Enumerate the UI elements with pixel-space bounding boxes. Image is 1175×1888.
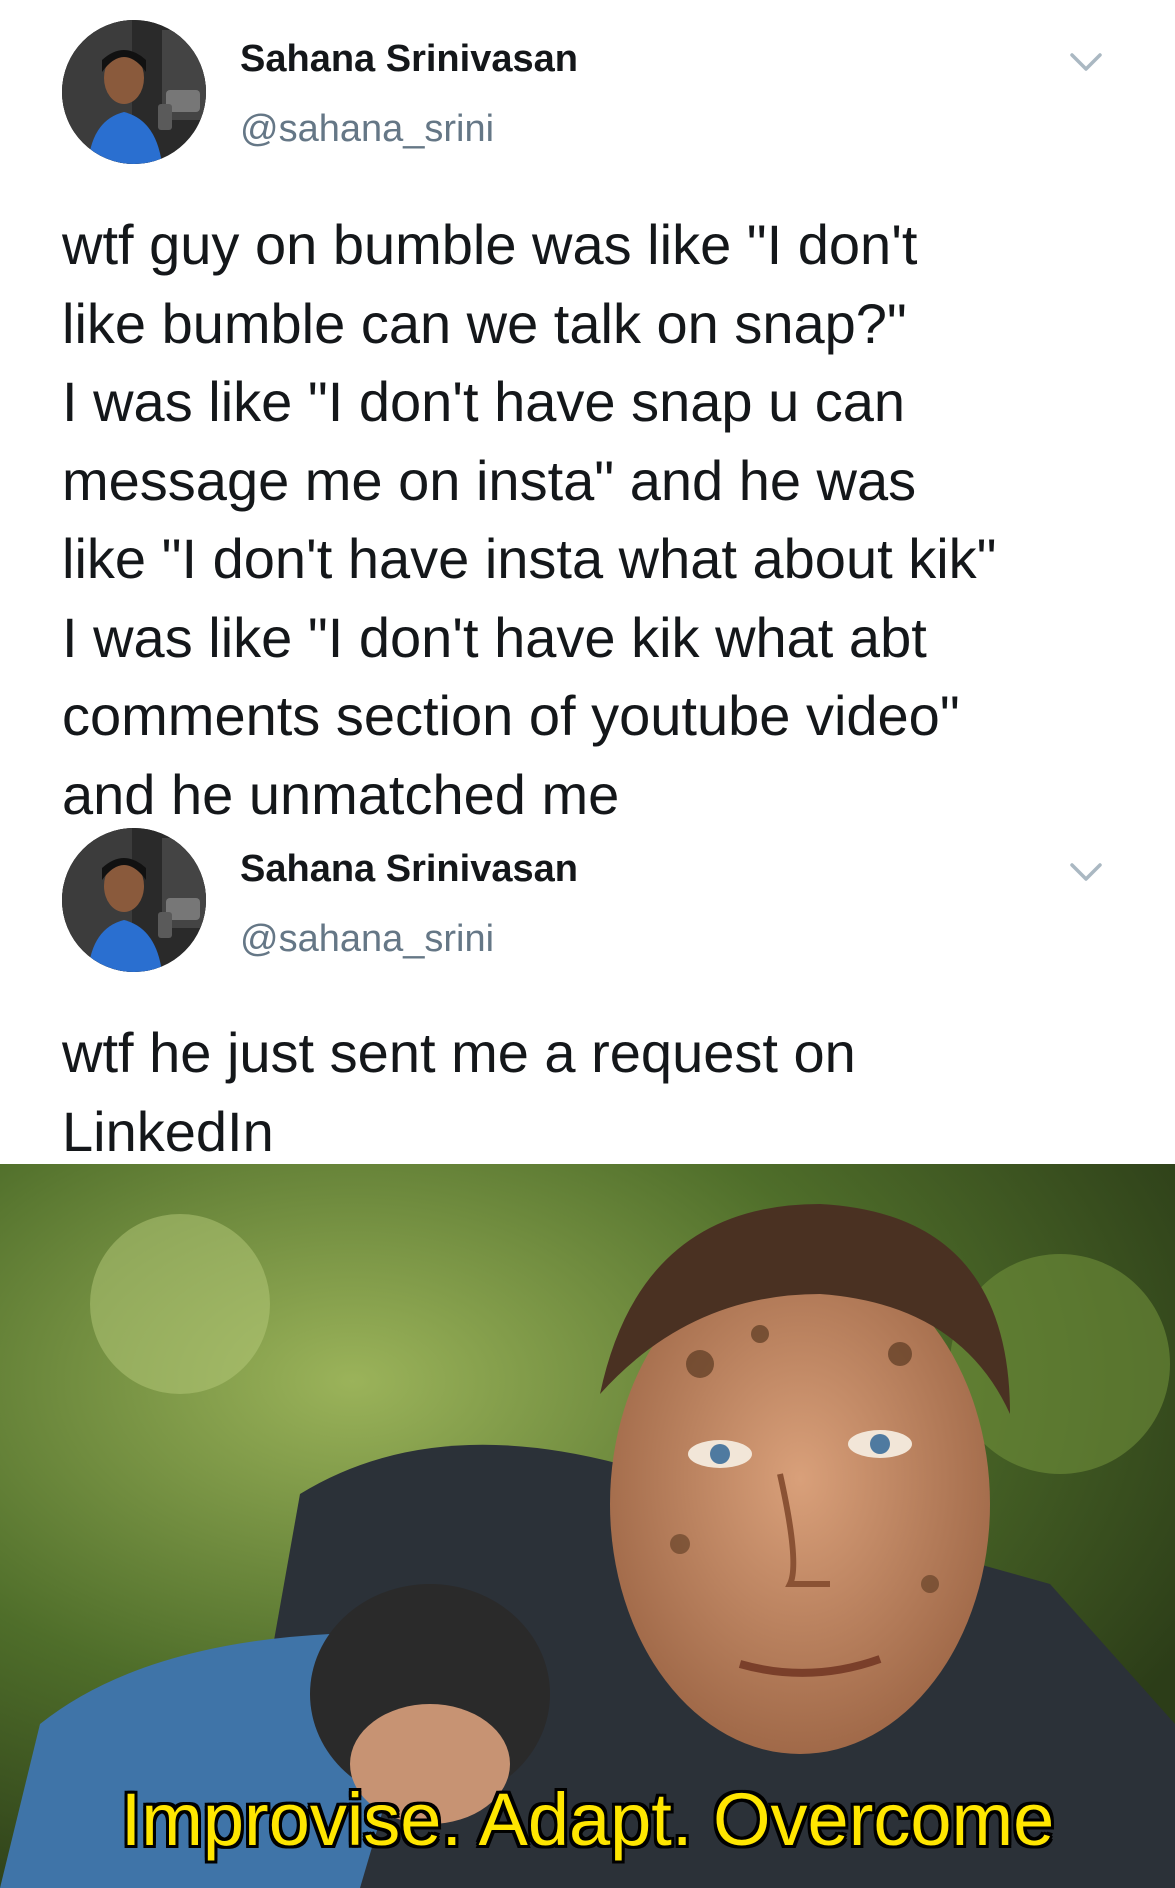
user-handle[interactable]: @sahana_srini — [240, 918, 494, 961]
meme-caption: Improvise. Adapt. Overcome — [120, 1778, 1055, 1861]
meme-image: Improvise. Adapt. Overcome — [0, 1164, 1175, 1888]
avatar[interactable] — [62, 20, 206, 164]
display-name[interactable]: Sahana Srinivasan — [240, 848, 578, 891]
avatar-photo-icon — [62, 828, 206, 972]
chevron-down-icon[interactable] — [1068, 50, 1104, 74]
user-handle[interactable]: @sahana_srini — [240, 108, 494, 151]
tweet-text: wtf he just sent me a request on LinkedI… — [62, 1021, 856, 1163]
avatar[interactable] — [62, 828, 206, 972]
display-name[interactable]: Sahana Srinivasan — [240, 38, 578, 81]
tweet-text: wtf guy on bumble was like "I don't like… — [62, 213, 997, 826]
tweet-2: Sahana Srinivasan @sahana_srini wtf he j… — [0, 818, 1175, 1164]
chevron-down-icon[interactable] — [1068, 860, 1104, 884]
tweet-1: Sahana Srinivasan @sahana_srini wtf guy … — [0, 0, 1175, 826]
avatar-photo-icon — [62, 20, 206, 164]
